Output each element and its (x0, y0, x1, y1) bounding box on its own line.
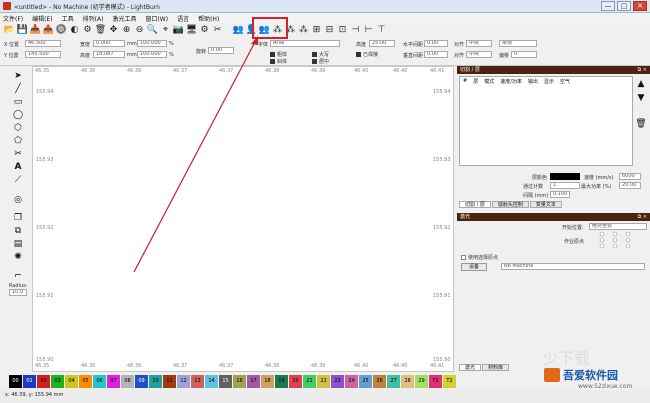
color-swatch-09[interactable]: 09 (135, 375, 148, 388)
laser-tabs: 激光 材料库 (459, 364, 510, 371)
color-swatch-16[interactable]: 16 (233, 375, 246, 388)
color-swatch-24[interactable]: 24 (345, 375, 358, 388)
layer-color-swatch[interactable] (550, 173, 580, 180)
move-down-icon[interactable]: ▼ (635, 92, 647, 104)
color-swatch-22[interactable]: 22 (317, 375, 330, 388)
right-panel: 切割 / 层 ⧉ ✕ # 层 模式 速度/功率 输出 显示 空气 ▲ ▼ 🗑 层… (457, 66, 650, 390)
tab-laser[interactable]: 激光 (459, 364, 482, 371)
laser-panel-header: 激光 ⧉ ✕ (457, 213, 650, 221)
cuts-panel-header: 切割 / 层 ⧉ ✕ (457, 66, 650, 74)
start-from-select[interactable]: 绝对坐标 (589, 223, 647, 230)
col-show: 显示 (543, 79, 554, 85)
interval-field[interactable]: 0.100 (550, 191, 570, 198)
color-swatch-07[interactable]: 07 (107, 375, 120, 388)
color-swatch-28[interactable]: 28 (401, 375, 414, 388)
layers-table-header: # 层 模式 速度/功率 输出 显示 空气 (463, 78, 570, 85)
layer-color-label: 层颜色 (532, 175, 548, 181)
color-swatch-27[interactable]: 27 (387, 375, 400, 388)
color-swatch-13[interactable]: 13 (191, 375, 204, 388)
col-index: # (463, 78, 468, 84)
tab-move[interactable]: 镭射头控制 (491, 201, 529, 208)
speed-label: 速度 (mm/s) (584, 175, 614, 181)
passes-label: 通过计数 (523, 184, 544, 190)
move-up-icon[interactable]: ▲ (635, 78, 647, 90)
passes-field[interactable]: 1 (550, 182, 580, 189)
color-swatch-05[interactable]: 05 (79, 375, 92, 388)
job-origin-label: 作业原点 (564, 239, 585, 245)
col-speed-power: 速度/功率 (500, 79, 522, 85)
color-swatch-29[interactable]: 29 (415, 375, 428, 388)
color-swatch-06[interactable]: 06 (93, 375, 106, 388)
color-swatch-04[interactable]: 04 (65, 375, 78, 388)
color-swatch-11[interactable]: 11 (163, 375, 176, 388)
color-swatch-26[interactable]: 26 (373, 375, 386, 388)
color-swatch-20[interactable]: 20 (289, 375, 302, 388)
col-layer: 层 (473, 79, 479, 85)
col-air: 空气 (559, 79, 570, 85)
laser-panel-title: 激光 (460, 214, 471, 220)
devices-button[interactable]: 设备 (461, 263, 487, 271)
layers-table[interactable]: # 层 模式 速度/功率 输出 显示 空气 (459, 76, 633, 166)
panel-float-close-icon[interactable]: ⧉ ✕ (638, 66, 647, 74)
color-swatch-21[interactable]: 21 (303, 375, 316, 388)
color-swatch-23[interactable]: 23 (331, 375, 344, 388)
color-swatch-14[interactable]: 14 (205, 375, 218, 388)
color-swatch-T2[interactable]: T2 (443, 375, 456, 388)
cursor-coordinates: x: 46.39, y: 155.94 mm (5, 392, 64, 398)
color-palette: 00 01 02 03 04 05 06 07 08 09 10 11 12 13 14 15 16 17 18 19… (9, 375, 456, 388)
col-mode: 模式 (484, 79, 495, 85)
interval-label: 间隔 (mm) (523, 193, 549, 199)
color-swatch-00[interactable]: 00 (9, 375, 22, 388)
start-from-label: 开始位置: (562, 225, 584, 231)
color-swatch-25[interactable]: 25 (359, 375, 372, 388)
color-swatch-02[interactable]: 02 (37, 375, 50, 388)
trash-icon[interactable]: 🗑 (635, 118, 647, 130)
col-output: 输出 (527, 79, 538, 85)
status-bar (0, 390, 650, 403)
color-swatch-15[interactable]: 15 (219, 375, 232, 388)
color-swatch-01[interactable]: 01 (23, 375, 36, 388)
color-swatch-08[interactable]: 08 (121, 375, 134, 388)
color-swatch-19[interactable]: 19 (275, 375, 288, 388)
cuts-panel-title: 切割 / 层 (460, 67, 480, 73)
max-power-label: 最大功率 (%) (581, 184, 612, 190)
color-swatch-12[interactable]: 12 (177, 375, 190, 388)
laser-panel-float-close-icon[interactable]: ⧉ ✕ (638, 213, 647, 221)
job-origin-radio-grid[interactable] (597, 231, 633, 249)
device-select[interactable]: No Machine (501, 263, 645, 270)
tab-material-library[interactable]: 材料库 (482, 364, 510, 371)
svg-text:www.52zixue.com: www.52zixue.com (578, 383, 632, 390)
lightburn-window: <untitled> - No Machine (初学者模式) - LightB… (0, 0, 650, 403)
max-power-field[interactable]: 20.00 (619, 182, 641, 189)
color-swatch-18[interactable]: 18 (261, 375, 274, 388)
color-swatch-10[interactable]: 10 (149, 375, 162, 388)
speed-field[interactable]: 6000 (619, 173, 641, 180)
svg-text:少下载: 少下载 (542, 349, 590, 368)
svg-text:吾爱软件园: 吾爱软件园 (563, 368, 618, 382)
use-selection-origin-checkbox[interactable]: 使用选择原点 (461, 254, 498, 261)
tab-cuts-layers[interactable]: 切割 / 层 (459, 201, 491, 208)
color-swatch-03[interactable]: 03 (51, 375, 64, 388)
color-swatch-T1[interactable]: T1 (429, 375, 442, 388)
site-watermark-logo: 少下载 吾爱软件园 www.52zixue.com (538, 344, 650, 390)
cuts-tabs: 切割 / 层 镭射头控制 变量文本 (459, 201, 563, 208)
tab-variable-text[interactable]: 变量文本 (529, 201, 562, 208)
color-swatch-17[interactable]: 17 (247, 375, 260, 388)
